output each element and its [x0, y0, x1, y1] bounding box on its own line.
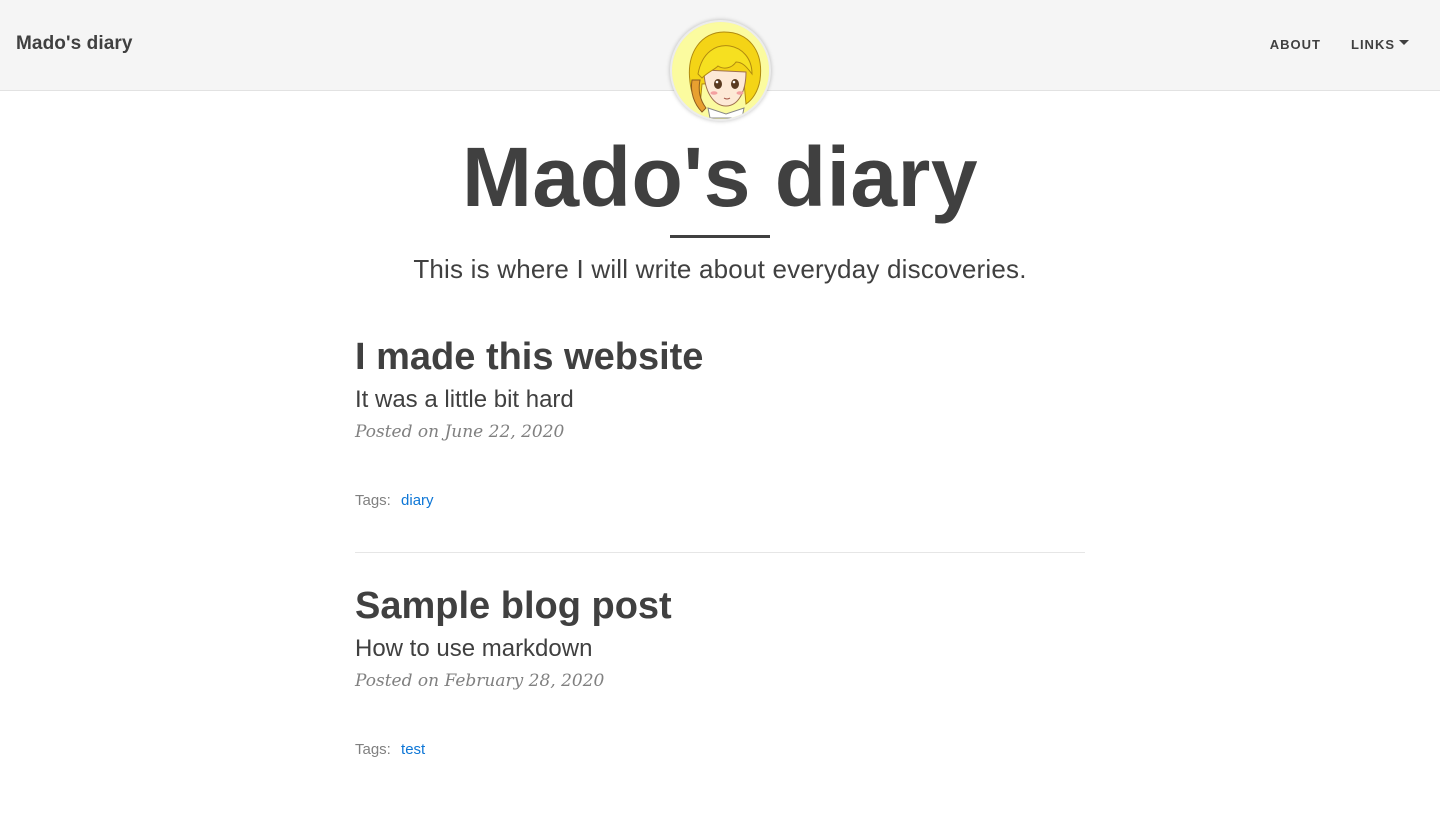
post-title-link[interactable]: Sample blog post — [355, 583, 1085, 629]
title-divider — [670, 235, 770, 238]
post-tags: Tags: test — [355, 741, 1085, 758]
tags-label: Tags: — [355, 492, 391, 509]
post-preview: Sample blog post How to use markdown Pos… — [355, 583, 1085, 802]
post-subtitle: How to use markdown — [355, 635, 593, 662]
post-title-link[interactable]: I made this website — [355, 334, 1085, 380]
nav-links-dropdown[interactable]: LINKS — [1351, 37, 1409, 52]
post-list: I made this website It was a little bit … — [355, 334, 1085, 832]
nav-links: ABOUT LINKS — [1240, 37, 1409, 52]
post-preview: I made this website It was a little bit … — [355, 334, 1085, 553]
tags-label: Tags: — [355, 741, 391, 758]
tag-link[interactable]: diary — [401, 492, 434, 509]
nav-about-label: ABOUT — [1269, 37, 1321, 52]
page-header: Mado's diary This is where I will write … — [0, 128, 1440, 285]
post-tags: Tags: diary — [355, 492, 1085, 509]
avatar-anime-girl-icon — [672, 22, 769, 119]
nav-about-link[interactable]: ABOUT — [1270, 37, 1321, 52]
post-meta: Posted on February 28, 2020 — [355, 671, 605, 691]
brand-link[interactable]: Mado's diary — [16, 33, 133, 55]
site-title: Mado's diary — [461, 130, 979, 224]
nav-links-label: LINKS — [1351, 37, 1395, 52]
post-meta: Posted on June 22, 2020 — [355, 422, 565, 442]
caret-down-icon — [1399, 40, 1409, 45]
avatar[interactable] — [670, 20, 771, 121]
site-subtitle: This is where I will write about everyda… — [413, 254, 1027, 284]
tag-link[interactable]: test — [401, 741, 425, 758]
post-subtitle: It was a little bit hard — [355, 386, 574, 413]
